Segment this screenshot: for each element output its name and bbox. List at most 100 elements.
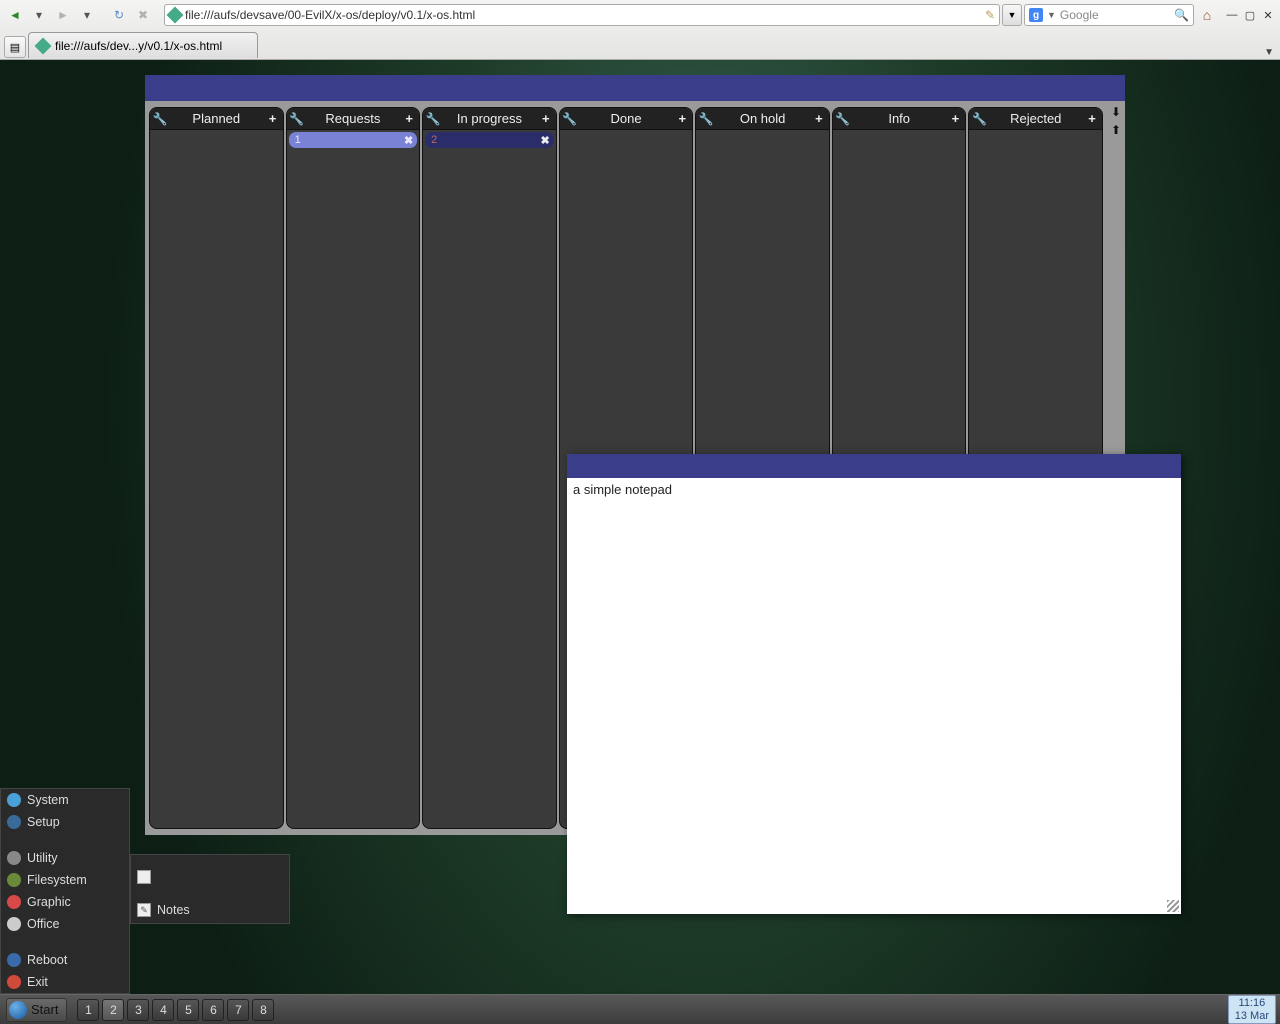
workspace-2[interactable]: 2 [102,999,124,1021]
new-tab-button[interactable]: ▤ [4,36,26,58]
column-title: Done [580,111,673,126]
reload-button[interactable]: ↻ [108,4,130,26]
stop-button: ✖ [132,4,154,26]
workspace-8[interactable]: 8 [252,999,274,1021]
column-title: Planned [170,111,263,126]
wrench-icon[interactable]: 🔧 [287,112,307,126]
notepad-titlebar[interactable] [567,454,1181,478]
card-label: 1 [295,134,301,146]
menu-office[interactable]: Office [1,913,129,935]
wrench-icon[interactable]: 🔧 [560,112,580,126]
card-close-icon[interactable]: ✖ [404,134,413,147]
wrench-icon[interactable]: 🔧 [150,112,170,126]
url-dropdown[interactable]: ▼ [1002,4,1022,26]
forward-button: ► [52,4,74,26]
menu-utility[interactable]: Utility [1,847,129,869]
workspace-4[interactable]: 4 [152,999,174,1021]
add-card-button[interactable]: + [945,111,965,126]
submenu-notes[interactable]: ✎Notes [131,899,289,921]
column-body[interactable]: 2✖ [423,130,556,828]
add-card-button[interactable]: + [672,111,692,126]
workspace-1[interactable]: 1 [77,999,99,1021]
kanban-side-controls: ⬇ ⬆ [1107,101,1125,137]
column-header: 🔧In progress+ [423,108,556,130]
column-title: In progress [443,111,536,126]
url-favicon [167,7,184,24]
back-dropdown[interactable]: ▾ [28,4,50,26]
tab-title: file:///aufs/dev...y/v0.1/x-os.html [55,39,222,53]
column-title: On hold [716,111,809,126]
card-label: 2 [431,134,437,146]
workspace-3[interactable]: 3 [127,999,149,1021]
upload-icon[interactable]: ⬆ [1111,123,1121,137]
browser-chrome: ◄ ▾ ► ▾ ↻ ✖ file:///aufs/devsave/00-Evil… [0,0,1280,60]
kanban-card[interactable]: 1✖ [289,132,418,148]
back-button[interactable]: ◄ [4,4,26,26]
column-header: 🔧On hold+ [696,108,829,130]
card-close-icon[interactable]: ✖ [541,134,550,147]
add-card-button[interactable]: + [536,111,556,126]
google-icon: g [1029,8,1043,22]
notepad-window[interactable]: a simple notepad [567,454,1181,914]
wrench-icon[interactable]: 🔧 [423,112,443,126]
menu-exit[interactable]: Exit [1,971,129,993]
add-card-button[interactable]: + [809,111,829,126]
workspace-6[interactable]: 6 [202,999,224,1021]
browser-toolbar: ◄ ▾ ► ▾ ↻ ✖ file:///aufs/devsave/00-Evil… [0,0,1280,30]
add-card-button[interactable]: + [399,111,419,126]
column-header: 🔧Rejected+ [969,108,1102,130]
pencil-icon[interactable]: ✎ [985,8,995,22]
kanban-column: 🔧Requests+1✖ [286,107,421,829]
kanban-column: 🔧In progress+2✖ [422,107,557,829]
wrench-icon[interactable]: 🔧 [833,112,853,126]
menu-reboot[interactable]: Reboot [1,949,129,971]
column-header: 🔧Planned+ [150,108,283,130]
start-orb-icon [9,1001,27,1019]
close-button[interactable]: ✕ [1260,7,1276,23]
browser-tab[interactable]: file:///aufs/dev...y/v0.1/x-os.html [28,32,258,58]
tab-favicon [35,37,52,54]
add-card-button[interactable]: + [1082,111,1102,126]
menu-setup[interactable]: Setup [1,811,129,833]
workspace-7[interactable]: 7 [227,999,249,1021]
column-title: Requests [307,111,400,126]
clock-date: 13 Mar [1235,1010,1269,1022]
taskbar: Start 12345678 11:16 13 Mar [0,994,1280,1024]
wrench-icon[interactable]: 🔧 [969,112,989,126]
start-button[interactable]: Start [6,998,67,1022]
home-button[interactable]: ⌂ [1196,4,1218,26]
kanban-card[interactable]: 2✖ [425,132,554,148]
maximize-button[interactable]: ▢ [1242,7,1258,23]
search-placeholder: Google [1060,8,1170,22]
minimize-button[interactable]: — [1224,7,1240,23]
forward-dropdown[interactable]: ▾ [76,4,98,26]
wrench-icon[interactable]: 🔧 [696,112,716,126]
kanban-column: 🔧Planned+ [149,107,284,829]
browser-tabbar: ▤ file:///aufs/dev...y/v0.1/x-os.html ▼ [0,30,1280,58]
column-header: 🔧Done+ [560,108,693,130]
column-header: 🔧Info+ [833,108,966,130]
clock-time: 11:16 [1235,997,1269,1009]
menu-graphic[interactable]: Graphic [1,891,129,913]
column-header: 🔧Requests+ [287,108,420,130]
url-bar[interactable]: file:///aufs/devsave/00-EvilX/x-os/deplo… [164,4,1000,26]
column-body[interactable]: 1✖ [287,130,420,828]
workspace-switcher: 12345678 [77,999,274,1021]
start-label: Start [31,1002,58,1017]
kanban-titlebar[interactable] [145,75,1125,101]
column-body[interactable] [150,130,283,828]
workspace-5[interactable]: 5 [177,999,199,1021]
tabbar-menu-dropdown[interactable]: ▼ [1264,47,1274,58]
search-icon[interactable]: 🔍 [1174,8,1189,22]
menu-system[interactable]: System [1,789,129,811]
resize-handle[interactable] [1167,900,1179,912]
menu-filesystem[interactable]: Filesystem [1,869,129,891]
notepad-text[interactable]: a simple notepad [567,478,1181,501]
search-box[interactable]: g ▼ Google 🔍 [1024,4,1194,26]
search-engine-dropdown[interactable]: ▼ [1047,10,1056,20]
taskbar-clock[interactable]: 11:16 13 Mar [1228,995,1276,1023]
add-card-button[interactable]: + [263,111,283,126]
download-icon[interactable]: ⬇ [1111,105,1121,119]
submenu-item-hidden[interactable] [131,855,289,899]
column-title: Info [853,111,946,126]
